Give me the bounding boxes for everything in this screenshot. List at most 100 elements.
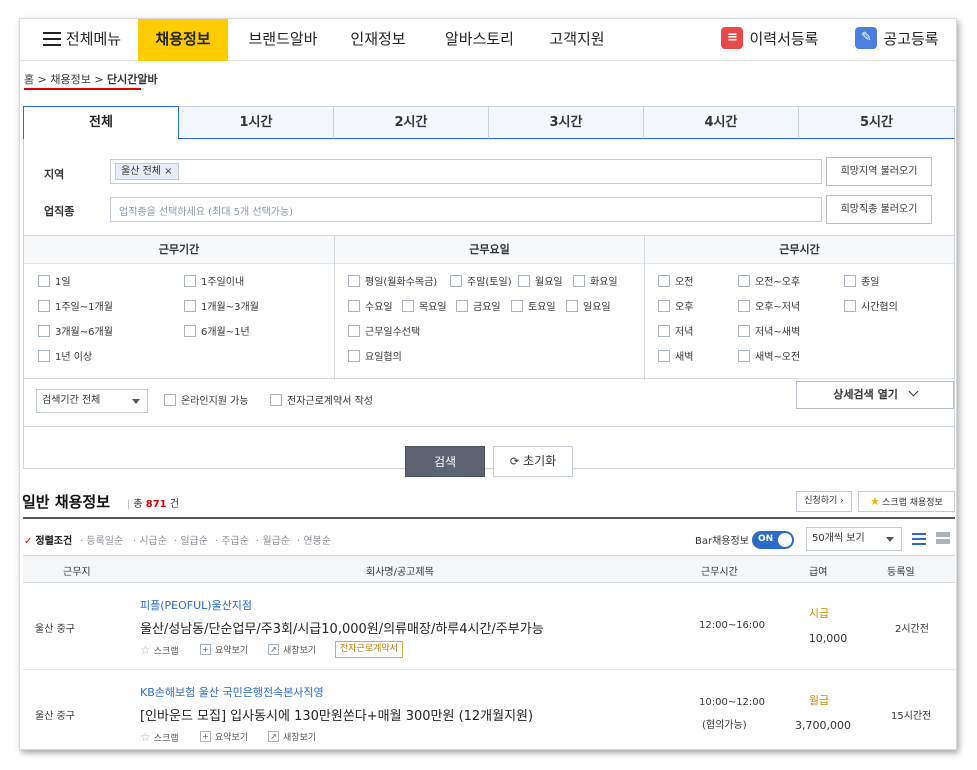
detail-search-toggle[interactable]: 상세검색 열기 [796,381,954,409]
resume-icon: ≡ [721,26,744,49]
resume-register-button[interactable]: ≡ 이력서등록 [720,19,820,61]
compact-view-icon[interactable] [936,531,950,545]
tab-2hour[interactable]: 2시간 [334,106,489,139]
scrap-button[interactable]: ☆ 스크랩 [140,643,179,657]
new-window-icon: ↗ [268,731,279,742]
all-menu-button[interactable]: 전체메뉴 [42,19,122,61]
job-input[interactable]: 업직종을 선택하세요 (최대 5개 선택가능) [110,197,822,222]
days-option[interactable]: 평일(월화수목금) [348,275,437,289]
nav-item-support[interactable]: 고객지원 [537,19,617,61]
filter-options-bar: 검색기간 전체 온라인지원 가능 전자근로계약서 작성 상세검색 열기 [24,379,954,427]
time-option[interactable]: 새벽~오전 [738,350,800,364]
online-apply-checkbox[interactable]: 온라인지원 가능 [164,394,249,408]
days-option[interactable]: 월요일 [518,275,563,289]
row-title[interactable]: 울산/성남동/단순업무/주3회/시급10,000원/의류매장/하루4시간/주부가… [140,618,544,637]
new-window-button[interactable]: ↗ 새창보기 [268,643,316,656]
tab-4hour[interactable]: 4시간 [644,106,799,139]
plus-icon: + [200,644,211,655]
scrap-jobs-button[interactable]: ★ 스크랩 채용정보 [858,491,955,512]
chevron-down-icon [886,537,894,542]
summary-button[interactable]: + 요약보기 [200,643,248,656]
tab-all[interactable]: 전체 [23,106,179,139]
days-option[interactable]: 토요일 [511,300,556,314]
nav-item-story[interactable]: 알바스토리 [432,19,527,61]
all-menu-label: 전체메뉴 [65,30,122,48]
region-input[interactable]: 울산 전체 × [110,159,822,184]
region-label: 지역 [44,168,65,181]
period-header: 근무기간 [24,236,334,264]
sort-condition: ✓ 정렬조건 [24,536,73,547]
time-option[interactable]: 새벽 [658,350,693,364]
period-option[interactable]: 1일 [38,275,71,289]
row-work-time: 12:00~16:00 [699,620,766,631]
table-row[interactable]: 울산 중구 피플(PEOFUL)울산지점 울산/성남동/단순업무/주3회/시급1… [23,583,955,670]
list-view-icon[interactable] [912,531,926,545]
breadcrumb-jobs[interactable]: 채용정보 [50,73,90,86]
days-option[interactable]: 근무일수선택 [348,325,420,339]
nav-item-jobs[interactable]: 채용정보 [138,19,228,61]
new-window-button[interactable]: ↗ 새창보기 [268,730,316,743]
reset-button[interactable]: ⟳ 초기화 [493,446,573,477]
toggle-text: ON [758,534,774,544]
results-title: 일반 채용정보 [22,493,111,511]
sort-option[interactable]: · 연봉순 [297,532,331,547]
row-company[interactable]: KB손해보험 울산 국민은행전속본사직영 [140,684,324,700]
load-region-button[interactable]: 희망지역 불러오기 [826,157,932,186]
column-divider [644,236,645,380]
refresh-icon: ⟳ [509,455,520,468]
time-option[interactable]: 오전 [658,275,693,289]
tab-3hour[interactable]: 3시간 [489,106,644,139]
col-posted: 등록일 [887,567,915,578]
period-option[interactable]: 1개월~3개월 [184,300,259,314]
detail-search-label: 상세검색 열기 [833,388,898,401]
period-option[interactable]: 1주일~1개월 [38,300,113,314]
e-contract-checkbox[interactable]: 전자근로계약서 작성 [270,394,373,408]
sort-option[interactable]: · 등록일순 [80,532,123,547]
period-option[interactable]: 1주일이내 [184,275,244,289]
days-option[interactable]: 목요일 [402,300,447,314]
time-option[interactable]: 저녁 [658,325,693,339]
time-option[interactable]: 오후~저녁 [738,300,800,314]
bar-jobs-toggle[interactable]: ON [752,531,794,549]
job-label: 업직종 [44,205,75,218]
sort-option[interactable]: · 일급순 [174,532,208,547]
nav-item-talent[interactable]: 인재정보 [338,19,418,61]
time-option[interactable]: 오전~오후 [738,275,800,289]
days-option[interactable]: 주말(토일) [450,275,512,289]
per-page-select[interactable]: 50개씩 보기 [806,527,902,551]
apply-button[interactable]: 신청하기 › [796,491,852,512]
time-option[interactable]: 저녁~새벽 [738,325,800,339]
days-option[interactable]: 요일협의 [348,350,402,364]
days-header: 근무요일 [335,236,644,264]
post-register-button[interactable]: ✎ 공고등록 [852,19,942,61]
tab-1hour[interactable]: 1시간 [179,106,334,139]
period-option[interactable]: 3개월~6개월 [38,325,113,339]
load-job-button[interactable]: 희망직종 불러오기 [826,195,932,224]
scrap-button[interactable]: ☆ 스크랩 [140,730,179,744]
period-option[interactable]: 1년 이상 [38,350,92,364]
sort-option[interactable]: · 시급순 [133,532,167,547]
row-title[interactable]: [인바운드 모집] 입사동시에 130만원쏜다+매월 300만원 (12개월지원… [140,705,533,724]
breadcrumb-home[interactable]: 홈 [24,73,34,86]
time-option[interactable]: 시간협의 [844,300,898,314]
summary-button[interactable]: + 요약보기 [200,730,248,743]
days-option[interactable]: 일요일 [566,300,611,314]
table-row[interactable]: 울산 중구 KB손해보험 울산 국민은행전속본사직영 [인바운드 모집] 입사동… [23,670,955,749]
sort-option[interactable]: · 월급순 [256,532,290,547]
search-button[interactable]: 검색 [405,446,485,477]
region-chip[interactable]: 울산 전체 × [115,163,179,180]
days-option[interactable]: 금요일 [456,300,501,314]
days-option[interactable]: 수요일 [348,300,393,314]
resume-register-label: 이력서등록 [749,30,819,48]
row-company[interactable]: 피플(PEOFUL)울산지점 [140,597,252,613]
days-option[interactable]: 화요일 [573,275,618,289]
period-option[interactable]: 6개월~1년 [184,325,250,339]
column-divider [334,236,335,380]
search-period-select[interactable]: 검색기간 전체 [36,389,148,413]
results-count: | 총 871 건 [127,499,180,510]
nav-item-brand[interactable]: 브랜드알바 [238,19,328,61]
tab-5hour[interactable]: 5시간 [799,106,955,139]
time-option[interactable]: 종일 [844,275,879,289]
sort-option[interactable]: · 주급순 [215,532,249,547]
time-option[interactable]: 오후 [658,300,693,314]
